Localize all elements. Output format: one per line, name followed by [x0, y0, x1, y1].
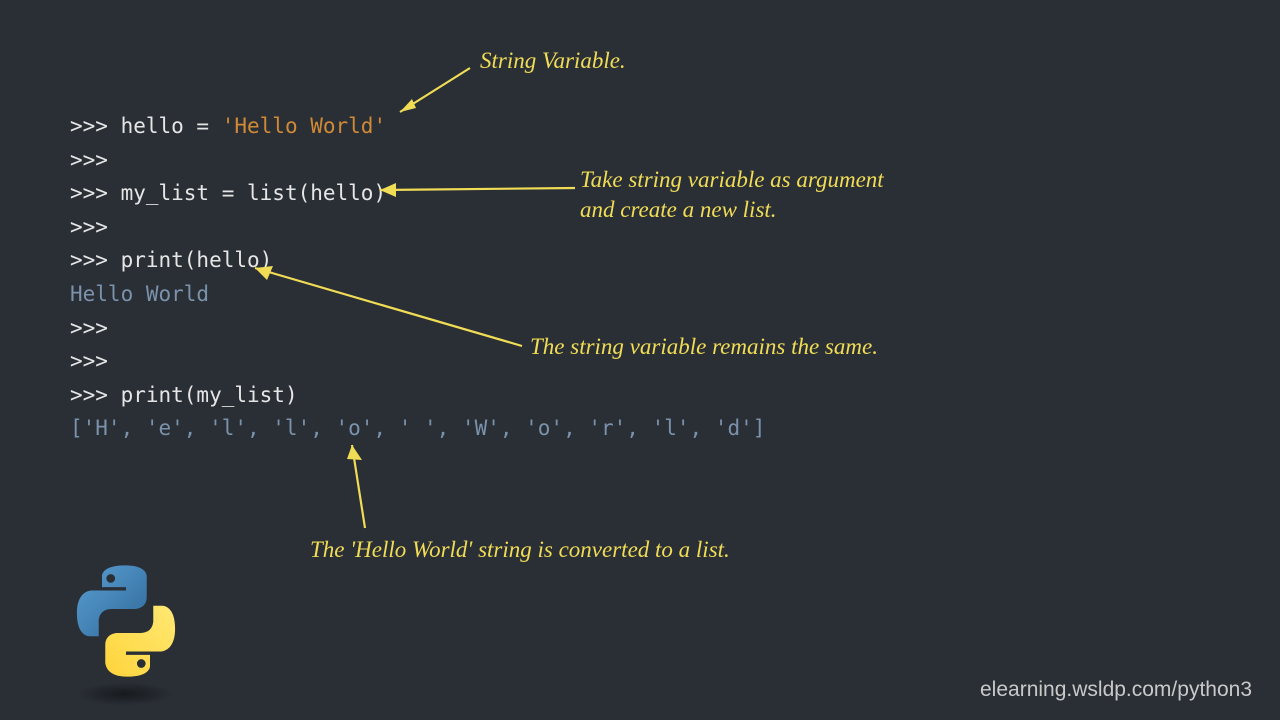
arrow-converted — [0, 0, 1280, 720]
python-logo-icon — [66, 561, 186, 681]
logo-shadow — [75, 682, 175, 706]
watermark: elearning.wsldp.com/python3 — [980, 678, 1252, 702]
python-logo — [60, 553, 190, 708]
